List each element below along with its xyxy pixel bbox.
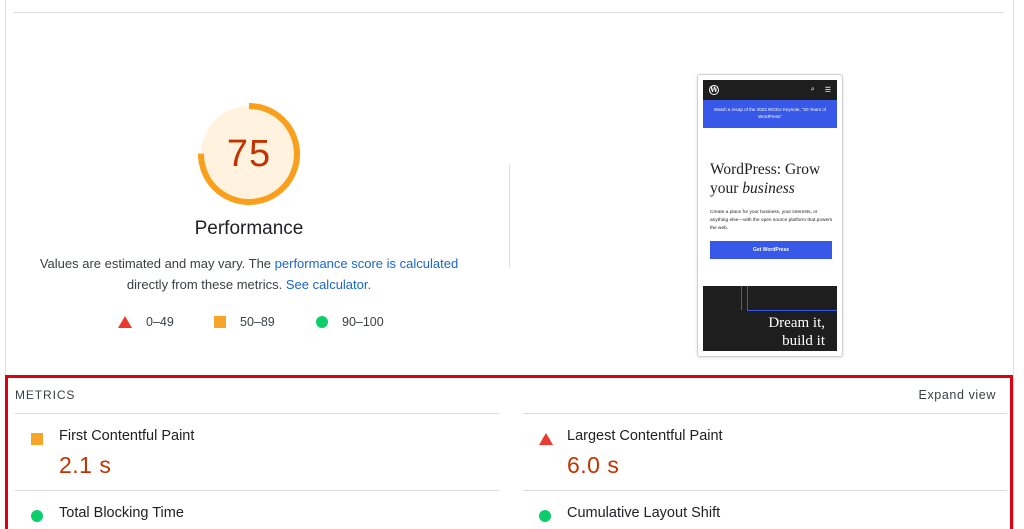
metrics-section: METRICS Expand view First Contentful Pai… [5,375,1013,529]
vertical-divider [509,165,510,267]
wp-hero-title: WordPress: Grow your business [710,160,835,198]
metric-name: Cumulative Layout Shift [567,505,721,521]
wp-dark-line1: Dream it, [768,315,825,331]
metrics-divider-right [523,413,1007,414]
green-circle-icon [539,510,551,522]
legend-item-pass: 90–100 [316,315,384,329]
menu-icon: ☰ [824,87,831,94]
legend-range-pass: 90–100 [342,315,384,329]
wp-hero-line2-em: business [742,180,795,197]
wp-hero-line1: WordPress: Grow [710,161,821,178]
score-calculation-link[interactable]: performance score is calculated [275,256,459,271]
search-icon: ⌕ [810,86,815,93]
performance-gauge: 75 [197,102,301,206]
red-triangle-icon [539,433,553,445]
wp-dark-line2: build it [782,333,825,349]
wp-banner: Watch a recap of the 2023 WCEU Keynote, … [703,100,837,128]
metric-value: 6.0 s [567,452,620,478]
legend-range-fail: 0–49 [146,315,174,329]
metric-name: Total Blocking Time [59,505,184,521]
orange-square-icon [214,316,226,328]
green-circle-icon [31,510,43,522]
expand-view-button[interactable]: Expand view [919,388,996,402]
description-text-2: directly from these metrics. [126,277,286,292]
score-description: Values are estimated and may vary. The p… [36,253,462,295]
wp-get-button: Get WordPress [710,241,832,259]
wordpress-logo-icon: W [709,85,719,95]
legend-item-average: 50–89 [214,315,275,329]
orange-square-icon [31,433,43,445]
wp-hero-line2-prefix: your [710,180,743,197]
wp-header: W ⌕ ☰ [703,80,837,100]
performance-title: Performance [194,218,304,239]
metrics-label: METRICS [15,388,76,402]
legend-range-average: 50–89 [240,315,275,329]
metric-value: 2.1 s [59,452,112,478]
wp-hero-body: Create a place for your business, your i… [710,210,833,231]
legend-item-fail: 0–49 [118,315,174,329]
metrics-divider-left [15,413,499,414]
metrics-divider-left-2 [15,490,499,491]
metrics-divider-right-2 [523,490,1007,491]
page-screenshot[interactable]: W ⌕ ☰ Watch a recap of the 2023 WCEU Key… [697,74,843,357]
green-circle-icon [316,316,328,328]
performance-score: 75 [226,132,272,175]
see-calculator-link[interactable]: See calculator. [286,277,371,292]
metric-name: Largest Contentful Paint [567,428,723,444]
top-divider [14,12,1004,13]
description-text-1: Values are estimated and may vary. The [39,256,275,271]
red-triangle-icon [118,316,132,328]
wp-dark-panel: Dream it, build it [703,286,837,351]
metric-name: First Contentful Paint [59,428,195,444]
